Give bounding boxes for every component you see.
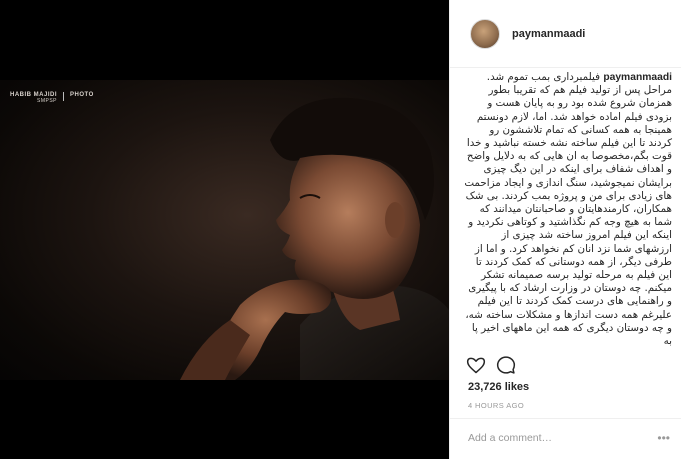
- post-photo-panel[interactable]: HABIB MAJIDI SMPSP PHOTO: [0, 0, 449, 459]
- heart-icon[interactable]: [466, 355, 486, 375]
- watermark-sub: SMPSP: [37, 98, 58, 104]
- caption-text: فیلمبرداری بمب تموم شد. مراحل پس از تولی…: [464, 71, 672, 348]
- portrait-image: [180, 97, 449, 380]
- more-options-icon[interactable]: •••: [657, 431, 670, 445]
- watermark-label: PHOTO: [70, 92, 94, 98]
- avatar[interactable]: [470, 18, 500, 49]
- likes-count[interactable]: 23,726 likes: [468, 381, 529, 393]
- post-photo[interactable]: HABIB MAJIDI SMPSP PHOTO: [0, 80, 449, 380]
- post-actions: [466, 355, 516, 375]
- post-timestamp[interactable]: 4 HOURS AGO: [468, 401, 524, 410]
- caption-scroll-area[interactable]: paymanmaadi فیلمبرداری بمب تموم شد. مراح…: [450, 69, 681, 353]
- caption-username[interactable]: paymanmaadi: [603, 72, 672, 83]
- comment-bubble-icon[interactable]: [496, 355, 516, 375]
- post-info-panel: paymanmaadi paymanmaadi فیلمبرداری بمب ت…: [449, 0, 681, 459]
- watermark-divider: [63, 92, 65, 101]
- post-header: paymanmaadi: [450, 0, 681, 68]
- comment-bar: •••: [450, 418, 681, 459]
- photographer-watermark: HABIB MAJIDI SMPSP PHOTO: [10, 92, 94, 104]
- author-username[interactable]: paymanmaadi: [512, 28, 585, 40]
- comment-input[interactable]: [468, 429, 648, 447]
- post-caption: paymanmaadi فیلمبرداری بمب تموم شد. مراح…: [464, 71, 672, 348]
